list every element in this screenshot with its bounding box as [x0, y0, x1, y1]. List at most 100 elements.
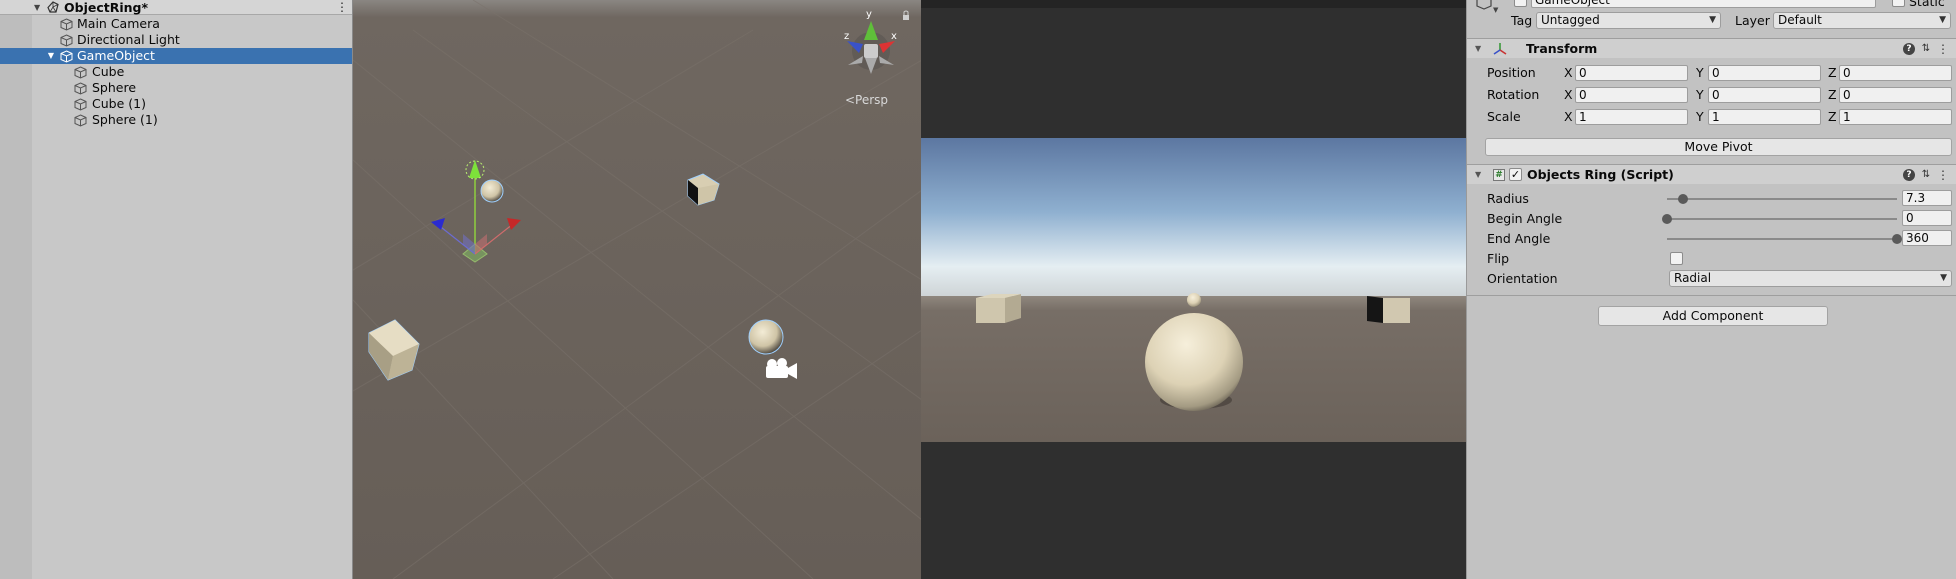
rotation-x-field[interactable]: 0 — [1575, 87, 1688, 103]
static-checkbox[interactable] — [1892, 0, 1905, 7]
hierarchy-item-main-camera[interactable]: Main Camera — [0, 16, 352, 32]
move-pivot-button[interactable]: Move Pivot — [1485, 138, 1952, 156]
position-y-field[interactable]: 0 — [1708, 65, 1821, 81]
tag-value: Untagged — [1541, 13, 1600, 27]
scale-x-field[interactable]: 1 — [1575, 109, 1688, 125]
transform-header[interactable]: ▼ Transform ? ⇅ ⋮ — [1467, 38, 1956, 58]
begin-angle-slider-knob[interactable] — [1662, 214, 1672, 224]
axis-x-label[interactable]: X — [1564, 65, 1573, 81]
position-z-field[interactable]: 0 — [1839, 65, 1952, 81]
gizmo-y-label: y — [866, 9, 872, 20]
add-component-button[interactable]: Add Component — [1598, 306, 1828, 326]
radius-label: Radius — [1487, 191, 1529, 206]
game-big-sphere — [1145, 313, 1243, 411]
hierarchy-panel: ▼ ObjectRing* ⋮ Main Camera Directional … — [0, 0, 352, 579]
begin-angle-slider-track[interactable] — [1667, 218, 1897, 220]
hierarchy-scene-header[interactable]: ▼ ObjectRing* ⋮ — [0, 0, 352, 15]
end-angle-slider-track[interactable] — [1667, 238, 1897, 240]
axis-z-label[interactable]: Z — [1828, 65, 1837, 81]
cube-icon — [73, 112, 87, 128]
hierarchy-item-directional-light[interactable]: Directional Light — [0, 32, 352, 48]
transform-title: Transform — [1526, 41, 1598, 56]
layer-value: Default — [1778, 13, 1822, 27]
cube-icon — [59, 32, 73, 48]
scale-y-field[interactable]: 1 — [1708, 109, 1821, 125]
hierarchy-item-label: Sphere (1) — [92, 112, 158, 127]
static-label: Static — [1909, 0, 1945, 9]
end-angle-field[interactable]: 360 — [1902, 230, 1952, 246]
begin-angle-field[interactable]: 0 — [1902, 210, 1952, 226]
rotation-z-field[interactable]: 0 — [1839, 87, 1952, 103]
rotation-y-field[interactable]: 0 — [1708, 87, 1821, 103]
orientation-value: Radial — [1674, 271, 1712, 285]
axis-z-label[interactable]: Z — [1828, 87, 1837, 103]
component-menu-icon[interactable]: ⋮ — [1937, 169, 1949, 181]
scene-view[interactable]: y x z <Persp — [352, 0, 921, 579]
gameobject-icon — [1475, 0, 1493, 13]
hierarchy-item-gameobject[interactable]: ▼ GameObject — [0, 48, 352, 64]
component-enabled-checkbox[interactable]: ✓ — [1509, 168, 1522, 181]
cube-icon — [73, 80, 87, 96]
hierarchy-item-sphere-1[interactable]: Sphere (1) — [0, 112, 352, 128]
hierarchy-menu-icon[interactable]: ⋮ — [336, 0, 348, 15]
object-name-field[interactable]: GameObject — [1531, 0, 1876, 8]
scene-viewport-canvas[interactable]: y x z — [353, 0, 921, 579]
projection-toggle[interactable]: <Persp — [845, 93, 888, 107]
radius-slider-track[interactable] — [1667, 198, 1897, 200]
unity-scene-icon — [46, 1, 60, 17]
hierarchy-item-cube-1[interactable]: Cube (1) — [0, 96, 352, 112]
hierarchy-item-sphere[interactable]: Sphere — [0, 80, 352, 96]
radius-field[interactable]: 7.3 — [1902, 190, 1952, 206]
radius-slider-knob[interactable] — [1678, 194, 1689, 204]
end-angle-label: End Angle — [1487, 231, 1551, 246]
axis-y-label[interactable]: Y — [1696, 87, 1704, 103]
axis-x-label[interactable]: X — [1564, 87, 1573, 103]
help-icon[interactable]: ? — [1903, 43, 1915, 55]
foldout-arrow-icon[interactable]: ▼ — [1475, 165, 1481, 185]
component-divider — [1467, 295, 1956, 296]
hierarchy-item-label: Main Camera — [77, 16, 160, 31]
preset-sliders-icon[interactable]: ⇅ — [1920, 43, 1932, 55]
begin-angle-label: Begin Angle — [1487, 211, 1563, 226]
game-viewport-canvas — [921, 0, 1466, 579]
hierarchy-item-label: Sphere — [92, 80, 137, 95]
game-right-cube — [1367, 296, 1410, 323]
game-view[interactable] — [921, 0, 1466, 579]
transform-axes-icon — [1493, 42, 1507, 59]
flip-checkbox[interactable] — [1670, 252, 1683, 265]
scene-sphere-1-object[interactable] — [748, 319, 784, 355]
tag-dropdown[interactable]: Untagged ▼ — [1536, 12, 1721, 29]
cube-icon — [59, 48, 73, 64]
hierarchy-item-cube[interactable]: Cube — [0, 64, 352, 80]
end-angle-slider-knob[interactable] — [1892, 234, 1902, 244]
gizmo-z-label: z — [844, 31, 849, 42]
axis-x-label[interactable]: X — [1564, 109, 1573, 125]
cube-icon — [73, 64, 87, 80]
active-checkbox[interactable] — [1514, 0, 1527, 7]
help-icon[interactable]: ? — [1903, 169, 1915, 181]
position-x-field[interactable]: 0 — [1575, 65, 1688, 81]
cube-icon — [59, 16, 73, 32]
scene-sphere-object[interactable] — [480, 179, 504, 203]
scale-z-field[interactable]: 1 — [1839, 109, 1952, 125]
script-hash-icon: # — [1493, 169, 1505, 181]
position-label: Position — [1487, 65, 1536, 80]
axis-y-label[interactable]: Y — [1696, 109, 1704, 125]
orientation-dropdown[interactable]: Radial ▼ — [1669, 270, 1952, 287]
axis-y-label[interactable]: Y — [1696, 65, 1704, 81]
component-menu-icon[interactable]: ⋮ — [1937, 43, 1949, 55]
layer-dropdown[interactable]: Default ▼ — [1773, 12, 1951, 29]
scene-foldout-arrow-icon[interactable]: ▼ — [34, 0, 40, 15]
preset-sliders-icon[interactable]: ⇅ — [1920, 169, 1932, 181]
layer-label: Layer — [1735, 13, 1770, 28]
game-left-cube — [976, 294, 1021, 323]
axis-z-label[interactable]: Z — [1828, 109, 1837, 125]
foldout-arrow-icon[interactable]: ▼ — [46, 48, 56, 64]
icon-dropdown-arrow-icon[interactable]: ▼ — [1493, 6, 1498, 14]
hierarchy-item-label: GameObject — [77, 48, 155, 63]
inspector-panel: ▼ GameObject Static Tag Untagged ▼ Layer … — [1466, 0, 1956, 579]
rotation-label: Rotation — [1487, 87, 1540, 102]
objects-ring-header[interactable]: ▼ # ✓ Objects Ring (Script) ? ⇅ ⋮ — [1467, 164, 1956, 184]
scene-title: ObjectRing* — [64, 0, 149, 15]
foldout-arrow-icon[interactable]: ▼ — [1475, 39, 1481, 59]
